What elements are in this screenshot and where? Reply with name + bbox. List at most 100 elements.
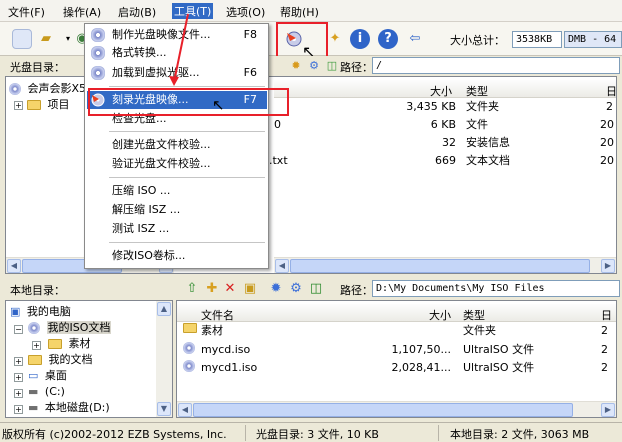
local-path-label: 路径：	[340, 284, 373, 297]
delete-icon[interactable]: ✕	[220, 279, 240, 299]
drive-icon: ▬	[28, 401, 39, 414]
cd-dir-label: 光盘目录：	[10, 61, 65, 74]
cd-icon	[9, 83, 21, 95]
cd-gear-icon[interactable]: ⚙	[304, 56, 324, 76]
cd-tree-root-label: 会声会影X5	[27, 82, 87, 95]
status-bar: 版权所有 (c)2002-2012 EZB Systems, Inc. 光盘目录…	[0, 422, 622, 442]
help-icon[interactable]: ?	[378, 29, 398, 49]
cd-path-input[interactable]: /	[372, 57, 620, 74]
col-size[interactable]: 大小	[430, 83, 452, 99]
scroll-thumb[interactable]	[290, 259, 590, 273]
table-row[interactable]: 3,435 KB 文件夹 2	[274, 99, 616, 115]
menu-options[interactable]: 选项(O)	[226, 4, 265, 20]
new-icon[interactable]	[12, 29, 32, 49]
tree-item-my-documents[interactable]: 我的文档	[28, 352, 93, 368]
scroll-left-icon[interactable]: ◀	[7, 259, 21, 273]
cd-settings-icon[interactable]: ✹	[286, 56, 306, 76]
tree-item-drive-d[interactable]: ▬ 本地磁盘(D:)	[28, 400, 110, 416]
tree-item-desktop[interactable]: ▭ 桌面	[28, 368, 67, 384]
cd-tree-item-label: 项目	[47, 98, 70, 111]
table-row[interactable]: 素材 文件夹 2	[181, 323, 616, 339]
scroll-right-icon[interactable]: ▶	[601, 259, 615, 273]
computer-icon: ▣	[10, 305, 21, 318]
expand-icon[interactable]: +	[14, 405, 23, 414]
col-date[interactable]: 日	[606, 83, 617, 99]
scroll-left-icon[interactable]: ◀	[275, 259, 289, 273]
local-refresh-icon[interactable]: ◫	[306, 279, 326, 299]
col-type[interactable]: 类型	[466, 83, 488, 99]
menu-item-create-checksum[interactable]: 创建光盘文件校验...	[87, 136, 267, 154]
up-folder-icon[interactable]: ⇧	[182, 279, 202, 299]
tree-item-my-iso[interactable]: 我的ISO文档	[28, 320, 112, 336]
new-folder-icon[interactable]: ✚	[202, 279, 222, 299]
menu-item-compress-iso[interactable]: 压缩 ISO ...	[87, 182, 267, 200]
info-icon[interactable]: i	[350, 29, 370, 49]
table-row[interactable]: 32 安装信息 20	[274, 135, 616, 151]
cd-refresh-icon[interactable]: ◫	[322, 56, 342, 76]
local-list-scrollbar[interactable]: ◀ ▶	[177, 401, 616, 417]
expand-icon[interactable]: +	[32, 341, 41, 350]
cd-tree-item[interactable]: 项目	[27, 97, 70, 113]
cd-tree-root[interactable]: 会声会影X5	[9, 81, 86, 97]
expand-icon[interactable]: +	[14, 389, 23, 398]
scroll-thumb[interactable]	[193, 403, 573, 417]
local-list-pane: 文件名 大小 类型 日 素材 文件夹 2 mycd.iso 1,107,50..…	[176, 300, 617, 418]
menu-boot[interactable]: 启动(B)	[118, 4, 156, 20]
menu-item-verify-checksum[interactable]: 验证光盘文件校验...	[87, 155, 267, 173]
tree-item-material[interactable]: 素材	[48, 336, 91, 352]
table-row[interactable]: mycd1.iso 2,028,41... UltraISO 文件 2	[181, 360, 616, 376]
local-column-header: 文件名 大小 类型 日	[177, 304, 616, 322]
menu-actions[interactable]: 操作(A)	[63, 4, 101, 20]
status-local-info: 本地目录: 2 文件, 3063 MB	[450, 428, 590, 441]
folder-icon	[28, 355, 42, 365]
tree-item-drive-c[interactable]: ▬ (C:)	[28, 384, 65, 400]
table-row[interactable]: mycd.iso 1,107,50... UltraISO 文件 2	[181, 342, 616, 358]
scroll-up-icon[interactable]: ▲	[157, 302, 171, 316]
local-tree-scrollbar[interactable]: ▲ ▼	[156, 301, 172, 417]
iso-file-icon	[183, 342, 195, 354]
table-row[interactable]: 0 6 KB 文件 20	[274, 117, 616, 133]
local-settings-icon[interactable]: ✹	[266, 279, 286, 299]
menu-help[interactable]: 帮助(H)	[280, 4, 319, 20]
local-tree-pane: ▣ 我的电脑 − 我的ISO文档 + 素材 + 我的文档 + ▭ 桌面 + ▬ …	[5, 300, 173, 418]
table-row[interactable]: 1.txt 669 文本文档 20	[262, 153, 616, 169]
scroll-right-icon[interactable]: ▶	[601, 403, 615, 417]
open-icon[interactable]: ▰	[36, 29, 56, 49]
menu-item-decompress-isz[interactable]: 解压缩 ISZ ...	[87, 201, 267, 219]
mouse-cursor-icon: ↖	[212, 96, 225, 114]
menu-item-test-isz[interactable]: 测试 ISZ ...	[87, 220, 267, 238]
annotation-box-burn-menu	[88, 88, 289, 116]
compress-icon[interactable]: ✦	[325, 29, 345, 49]
col-date[interactable]: 日	[601, 307, 612, 323]
expand-icon[interactable]: +	[14, 101, 23, 110]
exit-icon[interactable]: ⇦	[405, 29, 425, 49]
convert-icon	[91, 46, 105, 60]
folder-icon	[27, 100, 41, 110]
scroll-down-icon[interactable]: ▼	[157, 402, 171, 416]
desktop-icon: ▭	[28, 369, 39, 382]
collapse-icon[interactable]: −	[14, 325, 23, 334]
local-path-bar: 本地目录： ⇧ ✚ ✕ ▣ ✹ ⚙ ◫ 路径： D:\My Documents\…	[0, 278, 622, 300]
virtual-drive-icon	[91, 66, 105, 80]
expand-icon[interactable]: +	[14, 373, 23, 382]
annotation-arrow	[169, 13, 189, 86]
cd-list-scrollbar[interactable]: ◀ ▶	[274, 257, 616, 273]
status-copyright: 版权所有 (c)2002-2012 EZB Systems, Inc.	[2, 428, 227, 441]
col-type[interactable]: 类型	[463, 307, 485, 323]
status-cd-info: 光盘目录: 3 文件, 10 KB	[256, 428, 379, 441]
menu-item-edit-label[interactable]: 修改ISO卷标...	[87, 247, 267, 265]
folder-icon	[48, 339, 62, 349]
tree-item-my-computer[interactable]: ▣ 我的电脑	[10, 304, 71, 320]
scroll-left-icon[interactable]: ◀	[178, 403, 192, 417]
menu-file[interactable]: 文件(F)	[8, 4, 45, 20]
local-path-input[interactable]: D:\My Documents\My ISO Files	[372, 280, 620, 297]
menu-bar: 文件(F) 操作(A) 启动(B) 工具(T) 选项(O) 帮助(H)	[0, 0, 622, 22]
expand-icon[interactable]: +	[14, 357, 23, 366]
properties-icon[interactable]: ▣	[240, 279, 260, 299]
capacity-indicator[interactable]: DMB - 64	[564, 31, 622, 48]
col-filename[interactable]: 文件名	[201, 307, 234, 323]
col-size[interactable]: 大小	[429, 307, 451, 323]
cd-path-label: 路径：	[340, 61, 373, 74]
local-gear-icon[interactable]: ⚙	[286, 279, 306, 299]
cd-column-header: 大小 类型 日	[274, 80, 617, 99]
